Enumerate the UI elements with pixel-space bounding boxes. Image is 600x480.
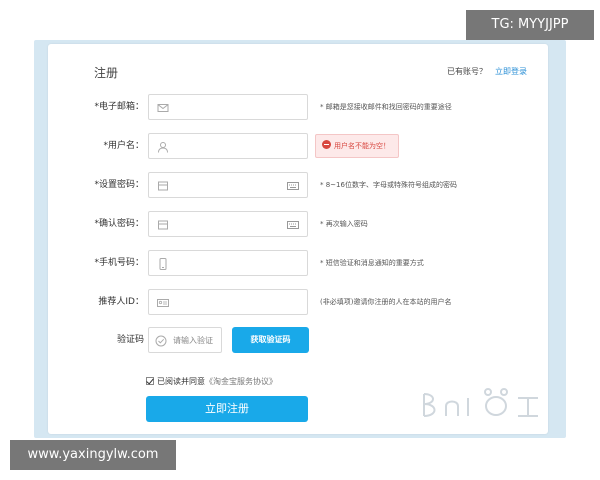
lock-icon <box>158 220 168 230</box>
captcha-row: 验证码 请输入验证 获取验证码 <box>0 327 600 353</box>
username-row: *用户名： 用户名不能为空！ <box>0 133 600 159</box>
referrer-field[interactable] <box>148 289 308 315</box>
agreement-text: 已阅读并同意 <box>157 377 205 386</box>
confirm-password-row: *确认密码： * 再次输入密码 <box>0 211 600 237</box>
tg-watermark: TG: MYYJJPP <box>466 10 594 40</box>
get-code-button[interactable]: 获取验证码 <box>232 327 309 353</box>
username-error-text: 用户名不能为空！ <box>334 142 390 150</box>
password-field[interactable] <box>148 172 308 198</box>
keyboard-icon[interactable] <box>287 182 299 190</box>
username-field[interactable] <box>148 133 308 159</box>
protocol-link[interactable]: 《淘金宝服务协议》 <box>205 377 277 386</box>
captcha-field[interactable]: 请输入验证 <box>148 327 222 353</box>
phone-hint: * 短信验证和消息通知的重要方式 <box>320 259 424 267</box>
email-label: *电子邮箱： <box>94 102 144 112</box>
phone-field[interactable] <box>148 250 308 276</box>
agreement-checkbox[interactable] <box>146 377 154 385</box>
username-label: *用户名： <box>103 141 144 151</box>
id-card-icon <box>157 299 169 307</box>
page-title: 注册 <box>94 66 119 80</box>
email-field[interactable] <box>148 94 308 120</box>
captcha-placeholder: 请输入验证 <box>173 336 213 345</box>
referrer-label: 推荐人ID： <box>98 297 144 307</box>
confirm-password-field[interactable] <box>148 211 308 237</box>
username-error: 用户名不能为空！ <box>315 134 399 158</box>
account-prompt: 已有账号？ 立即登录 <box>447 66 527 77</box>
password-hint: * 8~16位数字、字母或特殊符号组成的密码 <box>320 181 457 189</box>
register-button[interactable]: 立即注册 <box>146 396 308 422</box>
login-link[interactable]: 立即登录 <box>495 67 527 76</box>
confirm-password-hint: * 再次输入密码 <box>320 220 368 228</box>
email-hint: * 邮箱是您接收邮件和找回密码的重要途径 <box>320 103 452 111</box>
phone-icon <box>159 258 167 270</box>
site-watermark: www.yaxingylw.com <box>10 440 176 470</box>
mail-icon <box>157 104 169 112</box>
lock-icon <box>158 181 168 191</box>
referrer-hint: (非必填项)邀请你注册的人在本站的用户名 <box>320 298 452 306</box>
check-circle-icon <box>155 335 167 347</box>
confirm-password-label: *确认密码： <box>94 219 144 229</box>
password-row: *设置密码： * 8~16位数字、字母或特殊符号组成的密码 <box>0 172 600 198</box>
phone-row: *手机号码： * 短信验证和消息通知的重要方式 <box>0 250 600 276</box>
password-label: *设置密码： <box>94 180 144 190</box>
error-icon <box>322 140 331 149</box>
captcha-label: 验证码 <box>116 335 144 345</box>
phone-label: *手机号码： <box>94 258 144 268</box>
user-icon <box>158 142 168 153</box>
email-row: *电子邮箱： * 邮箱是您接收邮件和找回密码的重要途径 <box>0 94 600 120</box>
referrer-row: 推荐人ID： (非必填项)邀请你注册的人在本站的用户名 <box>0 289 600 315</box>
has-account-text: 已有账号？ <box>447 67 487 76</box>
keyboard-icon[interactable] <box>287 221 299 229</box>
agreement: 已阅读并同意《淘金宝服务协议》 <box>146 376 277 387</box>
baidu-watermark-icon <box>423 388 538 417</box>
page: 注册 已有账号？ 立即登录 *电子邮箱： * 邮箱是您接收邮件和找回密码的重要途径… <box>0 0 600 480</box>
